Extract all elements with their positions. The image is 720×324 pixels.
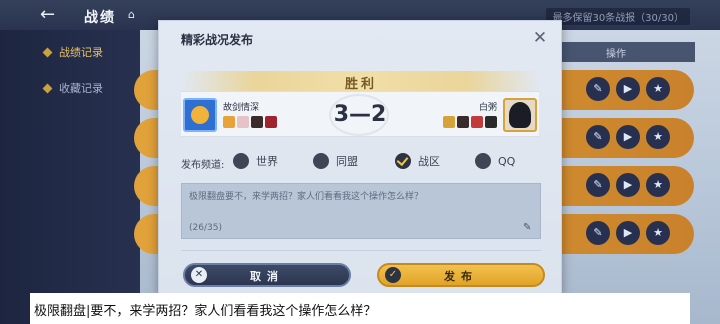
screen-title: 战绩 [84,10,116,26]
channel-option-warzone[interactable]: 战区 [395,153,440,169]
replay-icon[interactable]: ▶ [616,77,640,101]
channel-option-world[interactable]: 世界 [233,153,278,169]
channel-option-label: QQ [498,154,516,168]
replay-icon[interactable]: ▶ [616,173,640,197]
publish-battle-modal: 精彩战况发布 ✕ 胜利 故剑情深 3—2 白粥 发布频道: 世界 同盟 战区 Q… [158,20,562,296]
diamond-icon [42,47,53,57]
publish-button-label: 发布 [444,270,478,283]
cancel-button[interactable]: ✕ 取消 [183,263,351,287]
list-header [560,42,695,62]
radio-unchecked-icon[interactable] [475,153,491,169]
radio-unchecked-icon[interactable] [233,153,249,169]
result-banner: 胜利 [183,71,539,92]
nav-item-label: 收藏记录 [59,82,103,95]
edit-icon[interactable]: ✎ [586,221,610,245]
message-text: 极限翻盘要不，来学两招？家人们看看我这个操作怎么样？ [189,192,424,202]
publish-button[interactable]: ✓ 发布 [377,263,545,287]
column-header-actions: 操作 [606,49,626,60]
char-counter: (26/35) [189,223,222,233]
channel-option-alliance[interactable]: 同盟 [313,153,358,169]
match-panel: 故剑情深 3—2 白粥 [181,91,539,137]
home-icon[interactable]: ⌂ [128,9,140,21]
right-team-portraits [443,116,497,128]
edit-pencil-icon[interactable]: ✎ [523,222,535,234]
radio-unchecked-icon[interactable] [313,153,329,169]
hancock-avatar-icon [509,102,531,128]
star-icon[interactable]: ★ [646,77,670,101]
star-icon[interactable]: ★ [646,125,670,149]
modal-title: 精彩战况发布 [181,33,254,47]
channel-selector: 发布频道: 世界 同盟 战区 QQ [181,153,541,171]
right-player-name: 白粥 [478,103,497,113]
back-arrow-icon[interactable]: ← [40,6,66,24]
save-limit-text: 最多保留30条战报（30/30） [546,8,690,25]
edit-icon[interactable]: ✎ [586,77,610,101]
character-portrait-icon [485,116,497,128]
close-icon[interactable]: ✕ [531,29,549,47]
nav-item-label: 战绩记录 [59,46,103,59]
nav-item-records[interactable]: 战绩记录 [42,44,103,60]
channel-option-label: 战区 [418,155,440,168]
character-portrait-icon [471,116,483,128]
channel-label: 发布频道: [181,160,225,171]
diamond-icon [42,83,53,93]
player-avatar-right [503,98,537,132]
replay-icon[interactable]: ▶ [616,125,640,149]
message-textarea[interactable]: 极限翻盘要不，来学两招？家人们看看我这个操作怎么样？ (26/35) ✎ [181,183,541,239]
radio-checked-icon[interactable] [395,153,411,169]
star-icon[interactable]: ★ [646,173,670,197]
star-icon[interactable]: ★ [646,221,670,245]
character-portrait-icon [443,116,455,128]
divider [181,250,541,251]
replay-icon[interactable]: ▶ [616,221,640,245]
nav-item-favorites[interactable]: 收藏记录 [42,80,103,96]
channel-option-label: 同盟 [336,155,358,168]
caption-strip: 极限翻盘|要不，来学两招？家人们看看我这个操作怎么样？ [30,293,690,324]
character-portrait-icon [457,116,469,128]
channel-option-label: 世界 [256,155,278,168]
edit-icon[interactable]: ✎ [586,173,610,197]
channel-option-qq[interactable]: QQ [475,153,515,169]
result-label: 胜利 [344,77,377,92]
edit-icon[interactable]: ✎ [586,125,610,149]
cancel-button-label: 取消 [250,270,284,283]
left-nav: 战绩记录 收藏记录 [0,30,140,324]
caption-text: 极限翻盘|要不，来学两招？家人们看看我这个操作怎么样？ [34,304,377,319]
